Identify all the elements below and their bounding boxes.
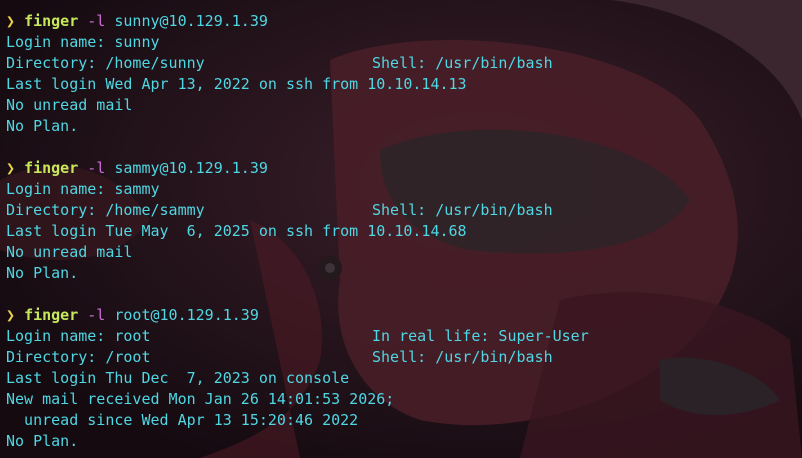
directory-line: Directory: /home/sammy Shell: /usr/bin/ba… xyxy=(6,200,802,221)
command-name: finger xyxy=(24,159,79,177)
real-life-name: In real life: Super-User xyxy=(372,327,589,345)
command-line: ❯ finger -l root@10.129.1.39 xyxy=(6,305,802,326)
mail-status-line: No unread mail xyxy=(6,96,133,114)
last-login-line: Last login Tue May 6, 2025 on ssh from 1… xyxy=(6,222,467,240)
terminal-output: ❯ finger -l sunny@10.129.1.39 Login name… xyxy=(0,0,802,458)
login-name-line: Login name: sunny xyxy=(6,32,802,53)
login-name: Login name: sunny xyxy=(6,33,160,51)
directory: Directory: /home/sammy xyxy=(6,201,205,219)
command-name: finger xyxy=(24,306,79,324)
shell: Shell: /usr/bin/bash xyxy=(372,201,553,219)
login-name: Login name: sammy xyxy=(6,180,160,198)
command-flag: -l xyxy=(87,159,106,177)
last-login-line: Last login Wed Apr 13, 2022 on ssh from … xyxy=(6,75,467,93)
mail-status-line: New mail received Mon Jan 26 14:01:53 20… xyxy=(6,390,395,408)
login-name-line: Login name: root In real life: Super-User xyxy=(6,326,802,347)
plan-line: No Plan. xyxy=(6,264,79,282)
command-flag: -l xyxy=(87,12,106,30)
command-line: ❯ finger -l sammy@10.129.1.39 xyxy=(6,158,802,179)
mail-unread-line: unread since Wed Apr 13 15:20:46 2022 xyxy=(6,411,359,429)
mail-status-line: No unread mail xyxy=(6,243,133,261)
shell: Shell: /usr/bin/bash xyxy=(372,348,553,366)
directory: Directory: /home/sunny xyxy=(6,54,205,72)
login-name: Login name: root xyxy=(6,327,151,345)
prompt-arrow-icon: ❯ xyxy=(6,159,16,177)
shell: Shell: /usr/bin/bash xyxy=(372,54,553,72)
directory: Directory: /root xyxy=(6,348,151,366)
directory-line: Directory: /root Shell: /usr/bin/bash xyxy=(6,347,802,368)
prompt-arrow-icon: ❯ xyxy=(6,12,16,30)
command-line: ❯ finger -l sunny@10.129.1.39 xyxy=(6,11,802,32)
command-name: finger xyxy=(24,12,79,30)
login-name-line: Login name: sammy xyxy=(6,179,802,200)
directory-line: Directory: /home/sunny Shell: /usr/bin/ba… xyxy=(6,53,802,74)
last-login-line: Last login Thu Dec 7, 2023 on console xyxy=(6,369,350,387)
command-target: sammy@10.129.1.39 xyxy=(114,159,268,177)
prompt-arrow-icon: ❯ xyxy=(6,306,16,324)
command-target: sunny@10.129.1.39 xyxy=(114,12,268,30)
command-target: root@10.129.1.39 xyxy=(114,306,259,324)
plan-line: No Plan. xyxy=(6,117,79,135)
plan-line: No Plan. xyxy=(6,432,79,450)
command-flag: -l xyxy=(87,306,106,324)
